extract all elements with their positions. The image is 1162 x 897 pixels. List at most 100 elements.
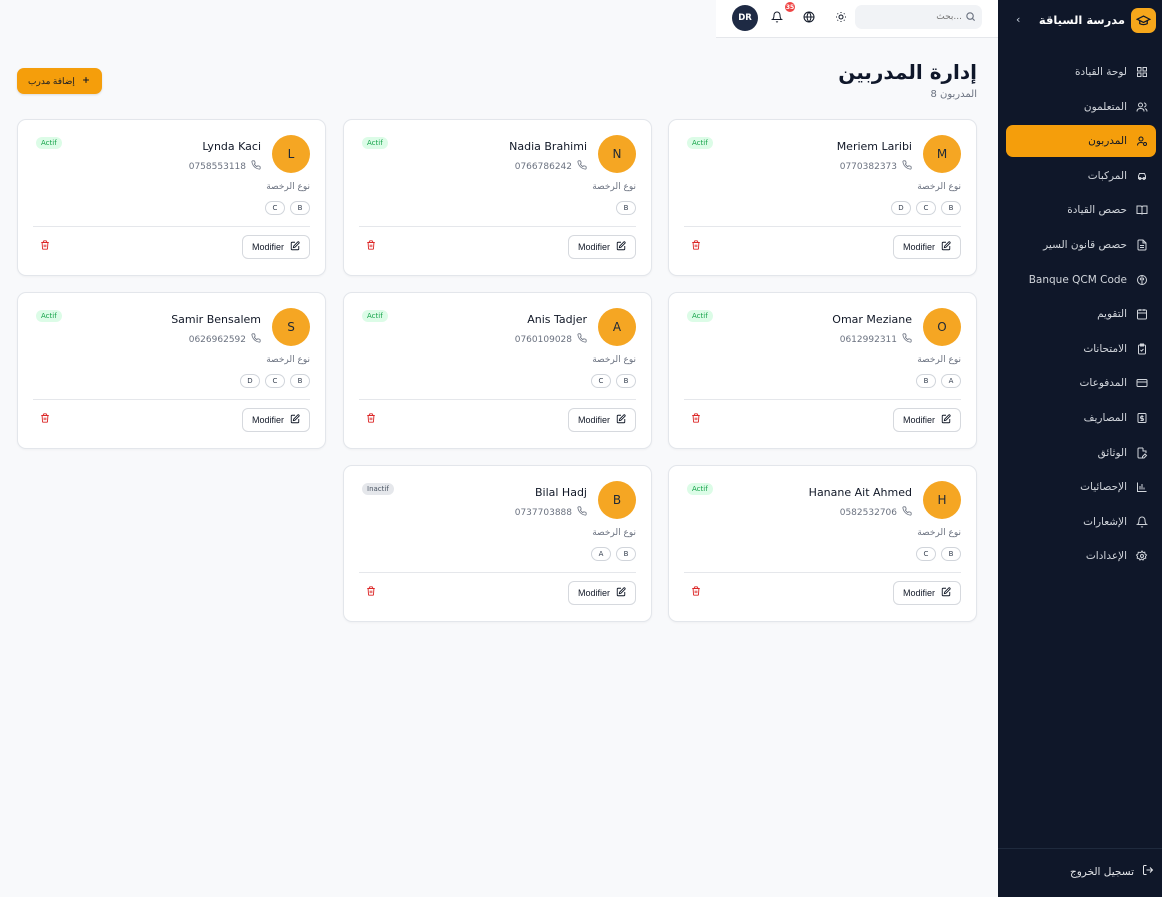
license-badge: C [591,374,611,388]
sidebar-item[interactable]: الإعدادات [1006,540,1156,572]
sun-icon[interactable] [832,8,850,26]
sidebar-item[interactable]: الإحصائيات [1006,471,1156,503]
edit-button[interactable]: Modifier [242,408,310,432]
trash-icon[interactable] [366,586,376,599]
license-badge: B [941,201,961,215]
edit-button[interactable]: Modifier [893,235,961,259]
edit-icon [941,587,951,599]
sidebar-item[interactable]: الإشعارات [1006,506,1156,538]
trash-icon[interactable] [40,413,50,426]
instructor-name: Omar Meziane [832,313,912,326]
status-badge: Inactif [362,483,394,495]
status-badge: Actif [36,310,62,322]
sidebar-item[interactable]: حصص القيادة [1006,194,1156,226]
car-icon [1135,169,1148,182]
phone-icon [577,506,587,519]
search-icon [965,11,976,25]
trash-icon[interactable] [691,240,701,253]
sidebar-item[interactable]: المدفوعات [1006,367,1156,399]
brand: مدرسة السياقة [998,0,1162,40]
sidebar-item[interactable]: المركبات [1006,160,1156,192]
license-badge: C [265,201,285,215]
phone-icon [902,333,912,346]
phone-row: 0760109028 [515,333,587,346]
trash-icon[interactable] [40,240,50,253]
edit-button[interactable]: Modifier [568,581,636,605]
brand-title: مدرسة السياقة [1038,13,1125,27]
sidebar-item[interactable]: المدربون [1006,125,1156,158]
trash-icon[interactable] [691,413,701,426]
sidebar-item[interactable]: المتعلمون [1006,91,1156,123]
divider [359,399,636,400]
sidebar-item[interactable]: المصاريف [1006,402,1156,434]
status-badge: Actif [36,137,62,149]
avatar: A [598,308,636,346]
search-box[interactable] [855,5,982,29]
trash-icon[interactable] [691,586,701,599]
phone-row: 0737703888 [515,506,587,519]
phone-icon [577,333,587,346]
phone-row: 0766786242 [515,160,587,173]
sidebar-item-label: الإحصائيات [1080,481,1127,494]
trash-icon[interactable] [366,240,376,253]
edit-button[interactable]: Modifier [568,408,636,432]
phone-icon [251,333,261,346]
divider [359,572,636,573]
edit-icon [941,414,951,426]
license-label: نوع الرخصة [266,355,310,365]
bell-icon [771,11,783,23]
edit-button[interactable]: Modifier [242,235,310,259]
user-avatar[interactable]: DR [732,5,758,31]
edit-icon [616,414,626,426]
status-badge: Actif [687,483,713,495]
avatar: O [923,308,961,346]
phone-row: 0758553118 [189,160,261,173]
edit-icon [616,241,626,253]
edit-label: Modifier [902,588,935,598]
sidebar-item[interactable]: الوثائق [1006,437,1156,469]
graduation-cap-icon [1131,7,1156,33]
trash-icon[interactable] [366,413,376,426]
license-label: نوع الرخصة [266,182,310,192]
sidebar-item-label: التقويم [1097,308,1127,321]
license-list: BC [916,547,961,561]
license-badge: A [591,547,611,561]
globe-icon[interactable] [800,8,818,26]
edit-label: Modifier [902,415,935,425]
license-label: نوع الرخصة [592,182,636,192]
license-badge: B [616,547,636,561]
phone-number: 0758553118 [188,161,246,172]
edit-button[interactable]: Modifier [893,408,961,432]
edit-button[interactable]: Modifier [893,581,961,605]
sidebar-item[interactable]: الامتحانات [1006,333,1156,365]
divider [684,572,961,573]
instructor-name: Meriem Laribi [836,140,912,153]
divider [684,226,961,227]
instructor-name: Anis Tadjer [527,313,587,326]
chevron-left-icon[interactable]: ‹ [1016,13,1020,26]
sidebar: مدرسة السياقة ‹ لوحة القيادة المتعلمون الم… [998,0,1162,897]
phone-icon [902,160,912,173]
edit-button[interactable]: Modifier [568,235,636,259]
license-list: BCD [240,374,310,388]
license-badge: A [941,374,961,388]
edit-icon [290,414,300,426]
search-input[interactable] [872,5,962,29]
add-instructor-button[interactable]: إضافة مدرب [17,68,102,94]
divider [998,848,1162,849]
sidebar-item[interactable]: حصص قانون السير [1006,229,1156,261]
instructor-name: Samir Bensalem [171,313,261,326]
license-label: نوع الرخصة [917,355,961,365]
avatar: H [923,481,961,519]
phone-row: 0582532706 [840,506,912,519]
logout-label: تسجيل الخروج [1069,865,1134,878]
sidebar-item[interactable]: Banque QCM Code [1006,264,1156,296]
status-badge: Actif [687,137,713,149]
sidebar-item[interactable]: لوحة القيادة [1006,56,1156,88]
license-badge: D [891,201,911,215]
grid-icon [1135,66,1148,79]
bell-icon [1135,515,1148,528]
sidebar-item[interactable]: التقويم [1006,298,1156,330]
notifications-button[interactable]: 35 [768,1,796,26]
logout-button[interactable]: تسجيل الخروج [1070,864,1154,879]
